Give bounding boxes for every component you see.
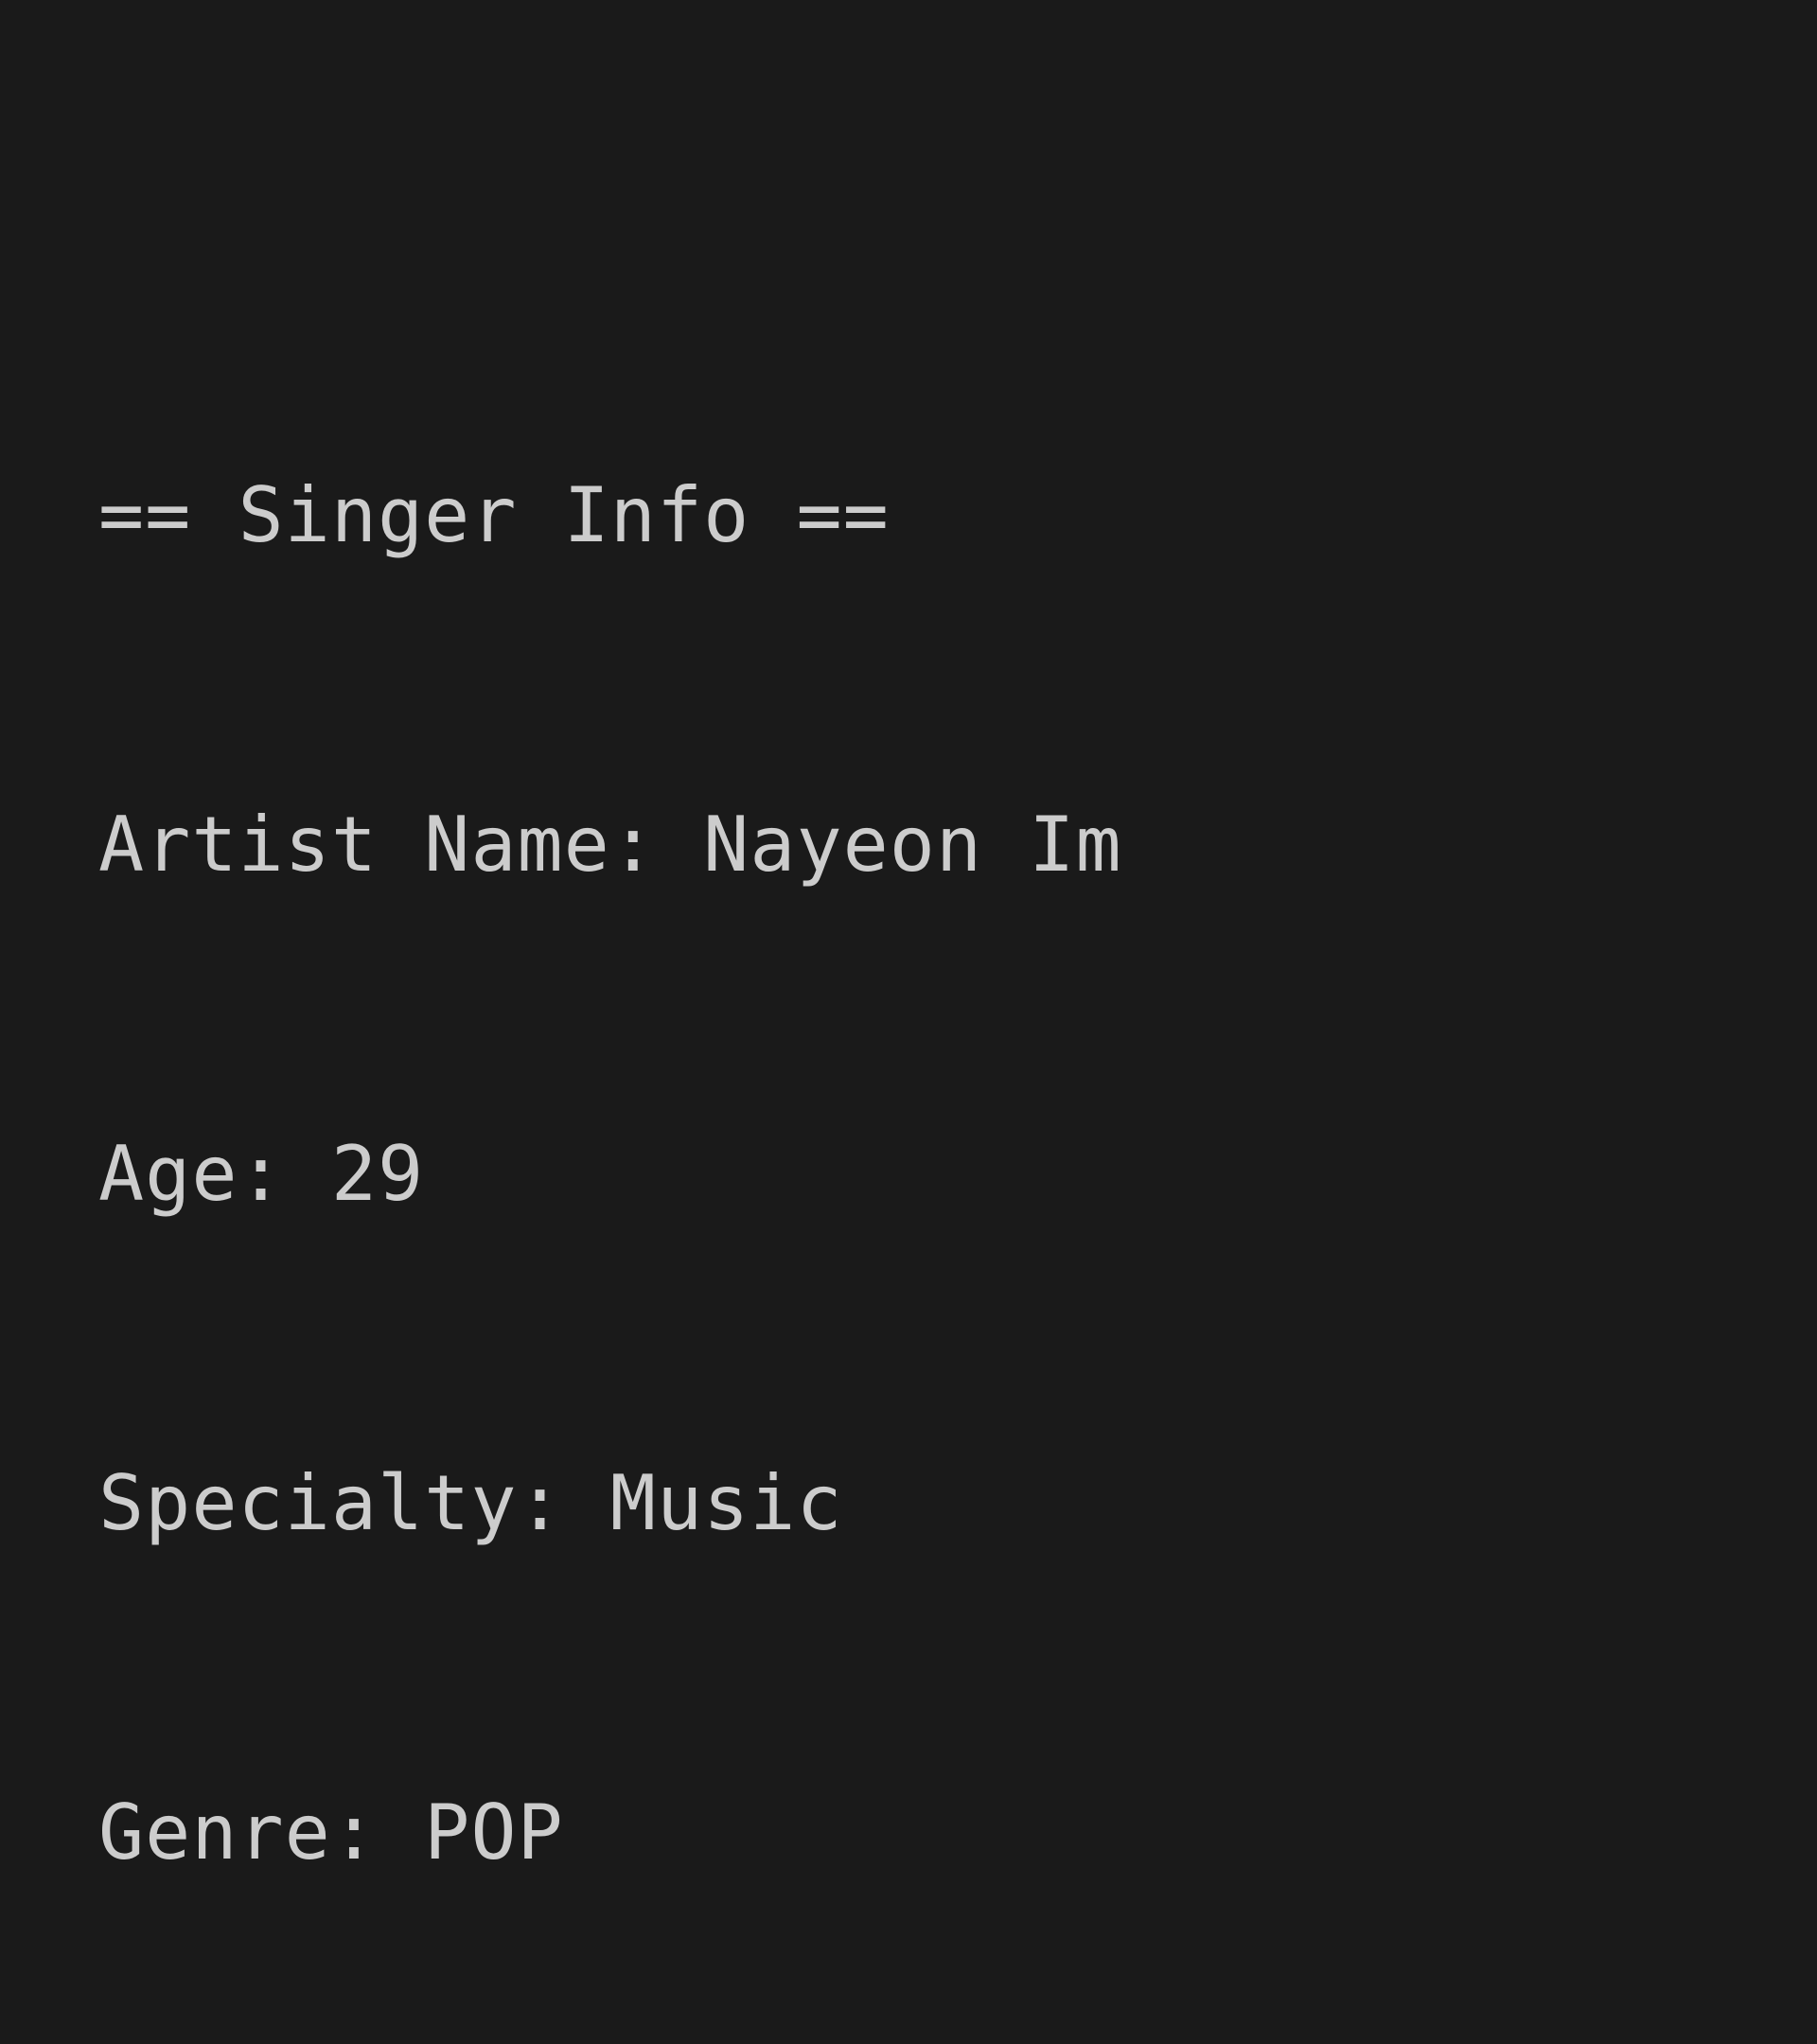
output-genre-line: Genre: POP <box>98 1788 564 1877</box>
console-window: == Singer Info == Artist Name: Nayeon Im… <box>0 0 1817 1877</box>
output-header-line: == Singer Info == <box>98 471 890 559</box>
output-artist-name-line: Artist Name: Nayeon Im <box>98 801 1122 889</box>
output-specialty-line: Specialty: Music <box>98 1459 843 1547</box>
console-output: == Singer Info == Artist Name: Nayeon Im… <box>98 241 1122 2044</box>
output-age-line: Age: 29 <box>98 1130 425 1218</box>
